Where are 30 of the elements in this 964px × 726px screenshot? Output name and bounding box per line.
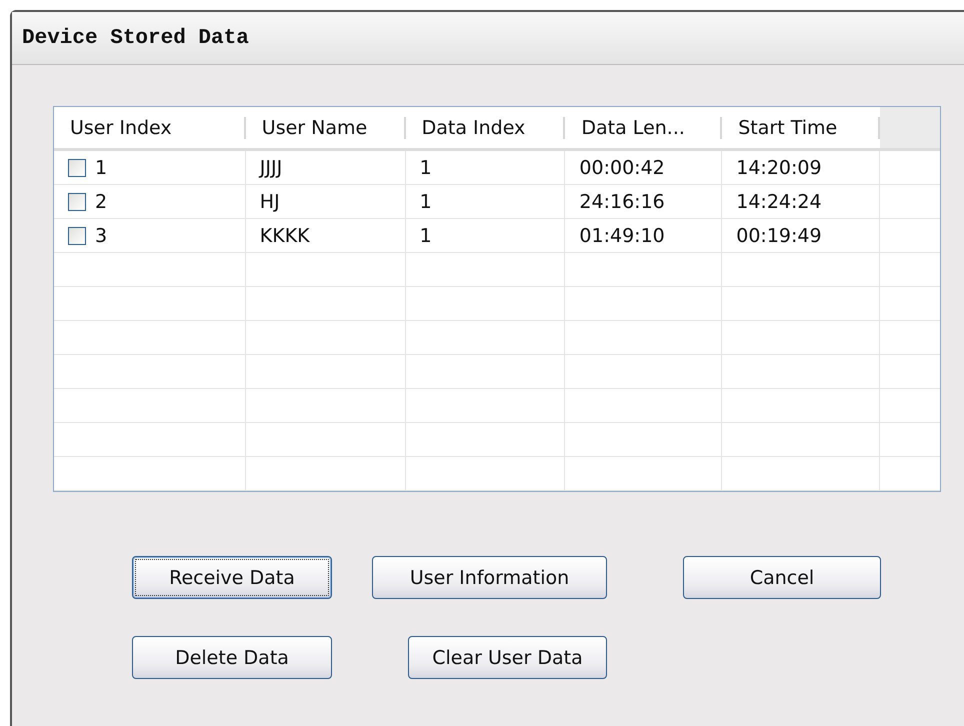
table-cell: 1 <box>95 156 108 178</box>
table-cell: 01:49:10 <box>579 224 665 246</box>
table-cell: 00:00:42 <box>579 156 665 178</box>
action-button[interactable]: Cancel <box>683 556 881 599</box>
action-button[interactable]: Clear User Data <box>408 636 607 679</box>
table-cell: 1 <box>420 190 432 212</box>
column-header[interactable]: Start Time <box>722 107 880 148</box>
table-cell: 2 <box>95 190 108 212</box>
window-title: Device Stored Data <box>22 26 249 50</box>
checkbox[interactable] <box>68 226 86 244</box>
column-header[interactable]: Data Index <box>406 107 566 148</box>
table-cell: JJJJ <box>260 156 282 178</box>
action-button[interactable]: Receive Data <box>132 556 332 599</box>
action-button[interactable]: Delete Data <box>132 636 332 679</box>
column-header[interactable]: Data Len... <box>565 107 722 148</box>
table-cell: 14:20:09 <box>736 156 822 178</box>
table-cell: HJ <box>260 190 280 212</box>
table-cell: 3 <box>95 224 108 246</box>
table-cell: KKKK <box>260 224 310 246</box>
checkbox[interactable] <box>68 158 86 176</box>
table-cell: 14:24:24 <box>736 190 822 212</box>
table-cell: 1 <box>420 156 432 178</box>
checkbox[interactable] <box>68 192 86 210</box>
table-cell: 24:16:16 <box>579 190 665 212</box>
column-header[interactable]: User Name <box>246 107 406 148</box>
action-button[interactable]: User Information <box>372 556 607 599</box>
table-cell: 00:19:49 <box>736 224 822 246</box>
table-cell: 1 <box>420 224 432 246</box>
header-filler <box>880 107 940 148</box>
column-header[interactable]: User Index <box>54 107 246 148</box>
